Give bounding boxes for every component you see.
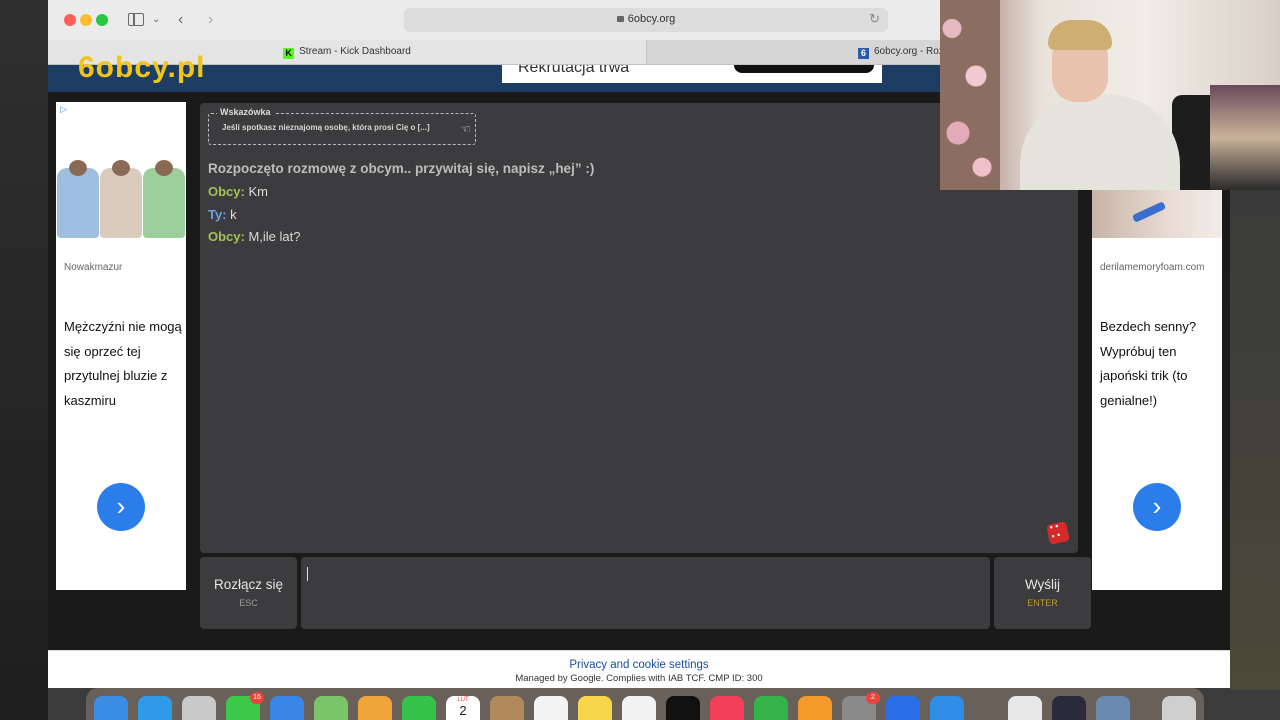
streamer-hoodie (1020, 95, 1180, 190)
system-message: Rozpoczęto rozmowę z obcym.. przywitaj s… (208, 161, 595, 176)
disconnect-button[interactable]: Rozłącz się ESC (200, 557, 297, 629)
streamer-hair (1048, 20, 1112, 50)
sidebar-toggle-icon[interactable] (128, 13, 144, 26)
chat-message: Ty: k (208, 204, 1068, 227)
send-label: Wyślij (1024, 577, 1061, 592)
launchpad-icon[interactable] (182, 696, 216, 720)
left-ad[interactable]: ▷ Nowakmazur Mężczyźni nie mogą się oprz… (56, 102, 186, 590)
calendar-day: 2 (459, 703, 467, 718)
settings-badge: 2 (866, 692, 880, 704)
reload-icon[interactable]: ↻ (869, 11, 880, 27)
cookie-footer: Privacy and cookie settings Managed by G… (48, 650, 1230, 688)
address-bar[interactable]: 6obcy.org ↻ (404, 8, 888, 32)
cmp-note: Managed by Google. Complies with IAB TCF… (515, 673, 763, 684)
roblox-icon[interactable] (886, 696, 920, 720)
site-logo[interactable]: 6obcy.pl (78, 51, 205, 85)
apple-tv-icon[interactable] (666, 696, 700, 720)
clothes-pile (1210, 85, 1280, 190)
preview-icon[interactable] (1096, 696, 1130, 720)
ad-headline[interactable]: Mężczyźni nie mogą się oprzeć tej przytu… (64, 315, 182, 413)
header-ad-button[interactable] (734, 65, 874, 73)
hint-box[interactable]: Wskazówka Jeśli spotkasz nieznajomą osob… (208, 107, 476, 145)
message-text: Km (248, 184, 268, 199)
maximize-window-button[interactable] (96, 14, 108, 26)
finder-icon[interactable] (94, 696, 128, 720)
adchoices-icon[interactable]: ▷ (60, 104, 67, 115)
sender-label: Obcy: (208, 184, 245, 199)
tab-label: Stream - Kick Dashboard (299, 46, 411, 57)
disconnect-shortcut: ESC (239, 598, 258, 608)
maps-icon[interactable] (314, 696, 348, 720)
minimize-window-button[interactable] (80, 14, 92, 26)
message-text: M,ile lat? (248, 229, 301, 245)
6obcy-favicon-icon: 6 (858, 48, 869, 59)
close-window-button[interactable] (64, 14, 76, 26)
ad-arrow-button[interactable]: › (97, 483, 145, 531)
cherry-blossom-decor (940, 0, 1000, 190)
text-caret (307, 567, 308, 581)
system-settings-icon[interactable]: 2 (842, 692, 880, 720)
chat-messages: Rozpoczęto rozmowę z obcym.. przywitaj s… (208, 157, 1068, 249)
ad-source: Nowakmazur (64, 262, 123, 273)
pages-icon[interactable] (798, 696, 832, 720)
numbers-icon[interactable] (754, 696, 788, 720)
freeform-icon[interactable] (622, 696, 656, 720)
facetime-icon[interactable] (402, 696, 436, 720)
music-icon[interactable] (710, 696, 744, 720)
safari-icon[interactable] (138, 696, 172, 720)
dice-icon[interactable] (1046, 521, 1070, 545)
hand-pointer-icon: ☜ (460, 122, 471, 136)
message-input[interactable] (301, 557, 990, 629)
webcam-overlay (940, 0, 1280, 190)
ad-image-sweaters[interactable] (56, 160, 186, 240)
hint-text: Jeśli spotkasz nieznajomą osobę, która p… (222, 123, 430, 132)
hint-title: Wskazówka (217, 107, 274, 117)
disconnect-label: Rozłącz się (213, 577, 284, 592)
desktop-background-right (1230, 190, 1280, 690)
ad-image-pillow[interactable] (1092, 190, 1222, 238)
macos-dock: 16 LUT 2 2 (86, 688, 1204, 720)
chat-message: Obcy: Km (208, 181, 1068, 204)
send-button[interactable]: Wyślij ENTER (994, 557, 1091, 629)
ad-headline[interactable]: Bezdech senny? Wypróbuj ten japoński tri… (1100, 315, 1218, 413)
obs-icon[interactable] (1052, 696, 1086, 720)
chat-message: Obcy: M,ile lat? (208, 226, 1068, 249)
photos-icon[interactable] (358, 696, 392, 720)
trash-icon[interactable] (1162, 696, 1196, 720)
calendar-icon[interactable]: LUT 2 (446, 696, 480, 720)
header-ad-text: Rekrutacja trwa (518, 65, 630, 76)
forward-arrow-icon[interactable]: › (208, 10, 213, 30)
messages-icon[interactable]: 16 (226, 692, 264, 720)
kick-favicon-icon: K (283, 48, 295, 59)
notes-icon[interactable] (578, 696, 612, 720)
tab-label: 6obcy.org - Roz (874, 46, 944, 57)
chevron-down-icon[interactable]: ⌄ (152, 10, 160, 30)
contacts-icon[interactable] (490, 696, 524, 720)
message-text: k (230, 206, 237, 222)
ad-arrow-button[interactable]: › (1133, 483, 1181, 531)
header-banner-ad[interactable]: Rekrutacja trwa (502, 65, 882, 83)
sender-label: Ty: (208, 206, 227, 222)
ad-source: derilamemoryfoam.com (1100, 262, 1205, 273)
privacy-settings-link[interactable]: Privacy and cookie settings (48, 659, 1230, 671)
app-store-icon[interactable] (930, 696, 964, 720)
sender-label: Obcy: (208, 229, 245, 245)
right-ad[interactable]: derilamemoryfoam.com Bezdech senny? Wypr… (1092, 190, 1222, 590)
desktop-background (0, 0, 48, 720)
reminders-icon[interactable] (534, 696, 568, 720)
messages-badge: 16 (250, 692, 264, 704)
back-arrow-icon[interactable]: ‹ (178, 10, 183, 30)
lock-icon (616, 16, 624, 22)
chrome-icon[interactable] (1008, 696, 1042, 720)
send-shortcut: ENTER (1027, 598, 1058, 608)
mail-icon[interactable] (270, 696, 304, 720)
url-text: 6obcy.org (627, 13, 676, 25)
